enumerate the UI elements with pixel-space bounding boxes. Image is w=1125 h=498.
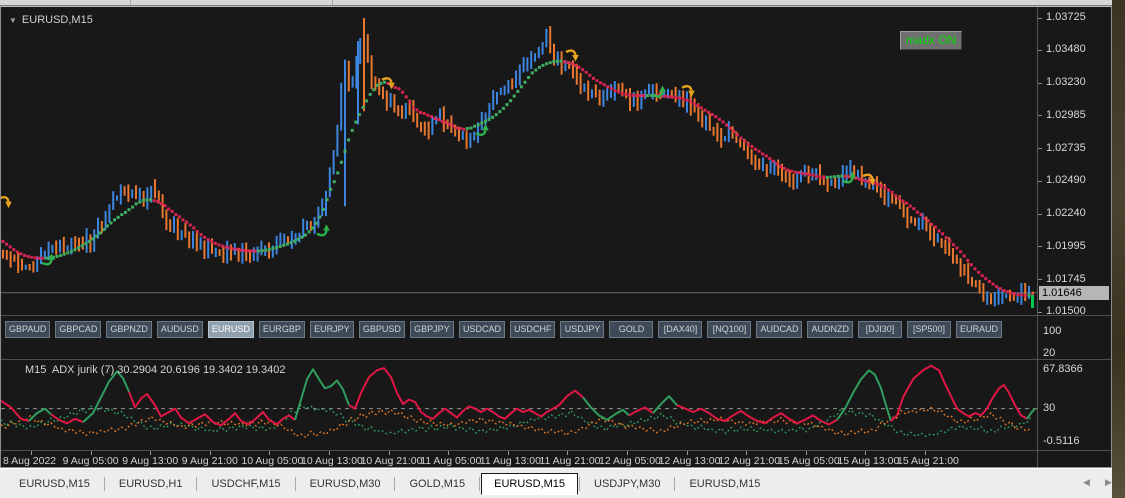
price-tick-dash [1038, 311, 1042, 313]
current-price-marker [1031, 295, 1034, 308]
tab-usdjpy-m30[interactable]: USDJPY,M30 [581, 474, 673, 494]
mt4-screen: ▼ EURUSD,M15 madx ON 1.03725 1.03480 1.0323… [0, 0, 1125, 498]
symbol-button-eurgbp[interactable]: EURGBP [258, 321, 305, 338]
price-tick-dash [1038, 246, 1042, 248]
tab-separator [479, 477, 481, 491]
signal-arrow-down [1, 196, 12, 209]
tab-eurusd-m15[interactable]: EURUSD,M15 [676, 474, 773, 494]
price-tick-dash [1038, 82, 1042, 84]
time-axis-label: 11 Aug 13:00 [479, 455, 541, 467]
symbol-button-eurusd[interactable]: EURUSD [207, 321, 254, 338]
symbol-button-eurjpy[interactable]: EURJPY [309, 321, 354, 338]
price-tick-dash [1038, 279, 1042, 281]
time-axis-label: 10 Aug 05:00 [241, 455, 304, 467]
tab-eurusd-m15[interactable]: EURUSD,M15 [6, 474, 103, 494]
time-axis-label: 15 Aug 13:00 [837, 455, 900, 467]
time-axis-label: 9 Aug 13:00 [122, 455, 179, 467]
toolbar-separator [130, 0, 131, 5]
price-tick-dash [1038, 180, 1042, 182]
panel-separator[interactable] [1, 359, 1111, 360]
time-axis-label: 9 Aug 21:00 [181, 455, 238, 467]
time-axis-label: 15 Aug 05:00 [777, 455, 840, 467]
symbol-button-gbpaud[interactable]: GBPAUD [5, 321, 51, 338]
symbol-button-audnzd[interactable]: AUDNZD [807, 321, 853, 338]
symbol-button-usdjpy[interactable]: USDJPY [560, 321, 605, 338]
panel-separator[interactable] [1, 450, 1111, 451]
tab-eurusd-h1[interactable]: EURUSD,H1 [106, 474, 196, 494]
symbol-button-row: GBPAUD GBPCAD GBPNZD AUDUSD EURUSD EURGBP EURJ… [5, 321, 1002, 338]
subwindow-scale-bottom: 20 [1043, 347, 1056, 359]
symbol-button-gbpusd[interactable]: GBPUSD [358, 321, 405, 338]
price-chart-canvas[interactable] [1, 7, 1037, 315]
tab-separator [394, 477, 396, 491]
time-axis-label: 9 Aug 05:00 [62, 455, 119, 467]
tab-usdchf-m15[interactable]: USDCHF,M15 [198, 474, 293, 494]
price-tick-label: 1.01745 [1046, 272, 1086, 285]
adx-scale-mid: 30 [1043, 402, 1056, 414]
toolbar-separator [332, 0, 333, 5]
symbol-button-nq100[interactable]: [NQ100] [707, 321, 752, 338]
symbol-button-audusd[interactable]: AUDUSD [156, 321, 203, 338]
tab-eurusd-m15-active[interactable]: EURUSD,M15 [481, 473, 579, 495]
chart-symbol-label: ▼ EURUSD,M15 [9, 14, 93, 26]
subwindow-scale-top: 100 [1043, 325, 1062, 337]
time-axis-label: 10 Aug 21:00 [360, 455, 423, 467]
price-tick-dash [1038, 17, 1042, 19]
tab-scroll-right-icon[interactable]: ▶ [1105, 477, 1112, 488]
tab-separator [196, 477, 198, 491]
time-axis-label: 10 Aug 13:00 [301, 455, 363, 467]
adx-indicator-label: M15 ADX jurik (7) 30.2904 20.6196 19.340… [25, 364, 286, 376]
price-tick-dash [1038, 49, 1042, 51]
tab-separator [103, 477, 105, 491]
time-axis-label: 12 Aug 13:00 [658, 455, 721, 467]
adx-scale-top: 67.8366 [1043, 363, 1083, 375]
time-axis-label: 8 Aug 2022 [3, 455, 57, 467]
time-axis-label: 11 Aug 05:00 [420, 455, 482, 467]
tab-eurusd-m30[interactable]: EURUSD,M30 [297, 474, 394, 494]
price-tick-dash [1038, 148, 1042, 150]
time-axis-label: 15 Aug 21:00 [897, 455, 959, 467]
price-tick-label: 1.03480 [1046, 43, 1086, 56]
current-price-badge: 1.01646 [1039, 286, 1109, 300]
symbol-button-gold[interactable]: GOLD [609, 321, 654, 338]
desktop-background-edge [1112, 0, 1125, 498]
price-tick-label: 1.03230 [1046, 76, 1086, 89]
symbol-button-dax40[interactable]: [DAX40] [658, 321, 703, 338]
tab-separator [674, 477, 676, 491]
symbol-button-dji30[interactable]: [DJI30] [857, 321, 902, 338]
tab-gold-m15[interactable]: GOLD,M15 [396, 474, 478, 494]
symbol-button-audcad[interactable]: AUDCAD [756, 321, 803, 338]
price-tick-label: 1.03725 [1046, 11, 1086, 23]
collapse-triangle-icon[interactable]: ▼ [9, 16, 17, 25]
symbol-button-euraud[interactable]: EURAUD [955, 321, 1002, 338]
chart-tabs: EURUSD,M15 EURUSD,H1 USDCHF,M15 EURUSD,M30 G… [6, 471, 773, 497]
symbol-button-gbpnzd[interactable]: GBPNZD [106, 321, 152, 338]
price-tick-label: 1.01995 [1046, 239, 1086, 252]
adx-scale-bottom: -0.5116 [1043, 435, 1080, 447]
time-axis-label: 12 Aug 21:00 [718, 455, 781, 467]
price-tick-label: 1.02240 [1046, 207, 1086, 220]
price-scale-border [1037, 7, 1038, 467]
symbol-button-gbpjpy[interactable]: GBPJPY [409, 321, 454, 338]
tab-separator [579, 477, 581, 491]
panel-separator[interactable] [1, 315, 1111, 316]
symbol-button-sp500[interactable]: [SP500] [906, 321, 951, 338]
tab-separator [294, 477, 296, 491]
price-tick-label: 1.01500 [1046, 305, 1086, 317]
price-tick-label: 1.02735 [1046, 141, 1086, 154]
symbol-button-usdchf[interactable]: USDCHF [509, 321, 556, 338]
price-tick-dash [1038, 115, 1042, 117]
symbol-button-gbpcad[interactable]: GBPCAD [55, 321, 102, 338]
tab-scroll-left-icon[interactable]: ◀ [1083, 477, 1090, 488]
price-tick-label: 1.02490 [1046, 174, 1086, 187]
price-tick-label: 1.02985 [1046, 108, 1086, 121]
chart-tab-bar: EURUSD,M15 EURUSD,H1 USDCHF,M15 EURUSD,M30 G… [0, 468, 1115, 498]
madx-toggle-button[interactable]: madx ON [900, 31, 962, 50]
time-axis-label: 12 Aug 05:00 [599, 455, 661, 467]
time-axis-label: 11 Aug 21:00 [539, 455, 601, 467]
price-tick-dash [1038, 213, 1042, 215]
chart-window: ▼ EURUSD,M15 madx ON 1.03725 1.03480 1.0323… [0, 6, 1112, 468]
symbol-button-usdcad[interactable]: USDCAD [458, 321, 505, 338]
signal-arrow-down [565, 49, 579, 62]
